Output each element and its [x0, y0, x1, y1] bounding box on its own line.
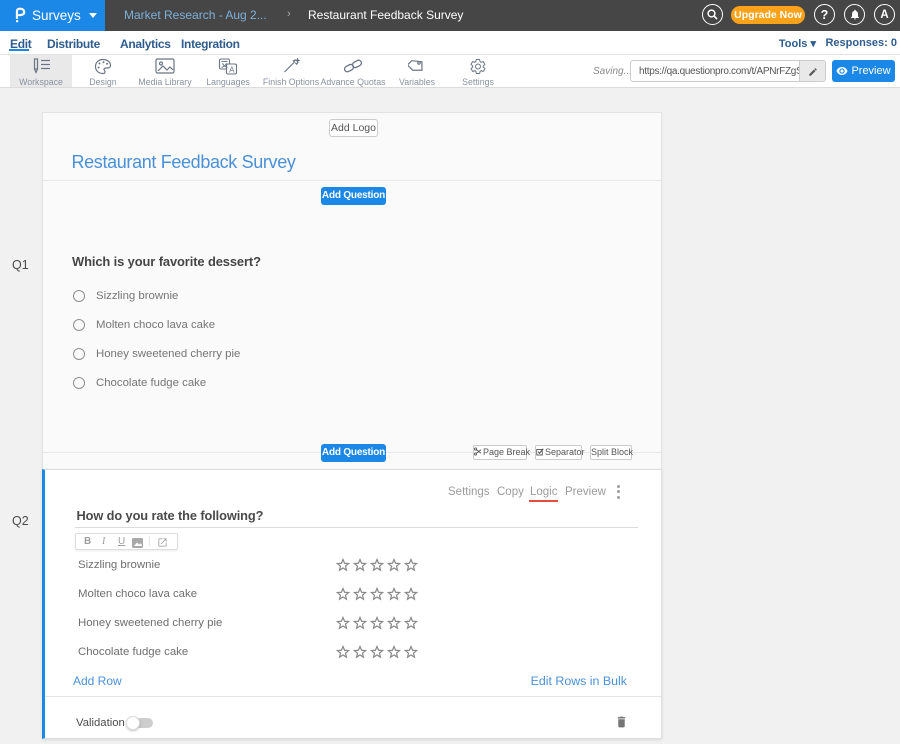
svg-text:A: A: [229, 66, 235, 75]
